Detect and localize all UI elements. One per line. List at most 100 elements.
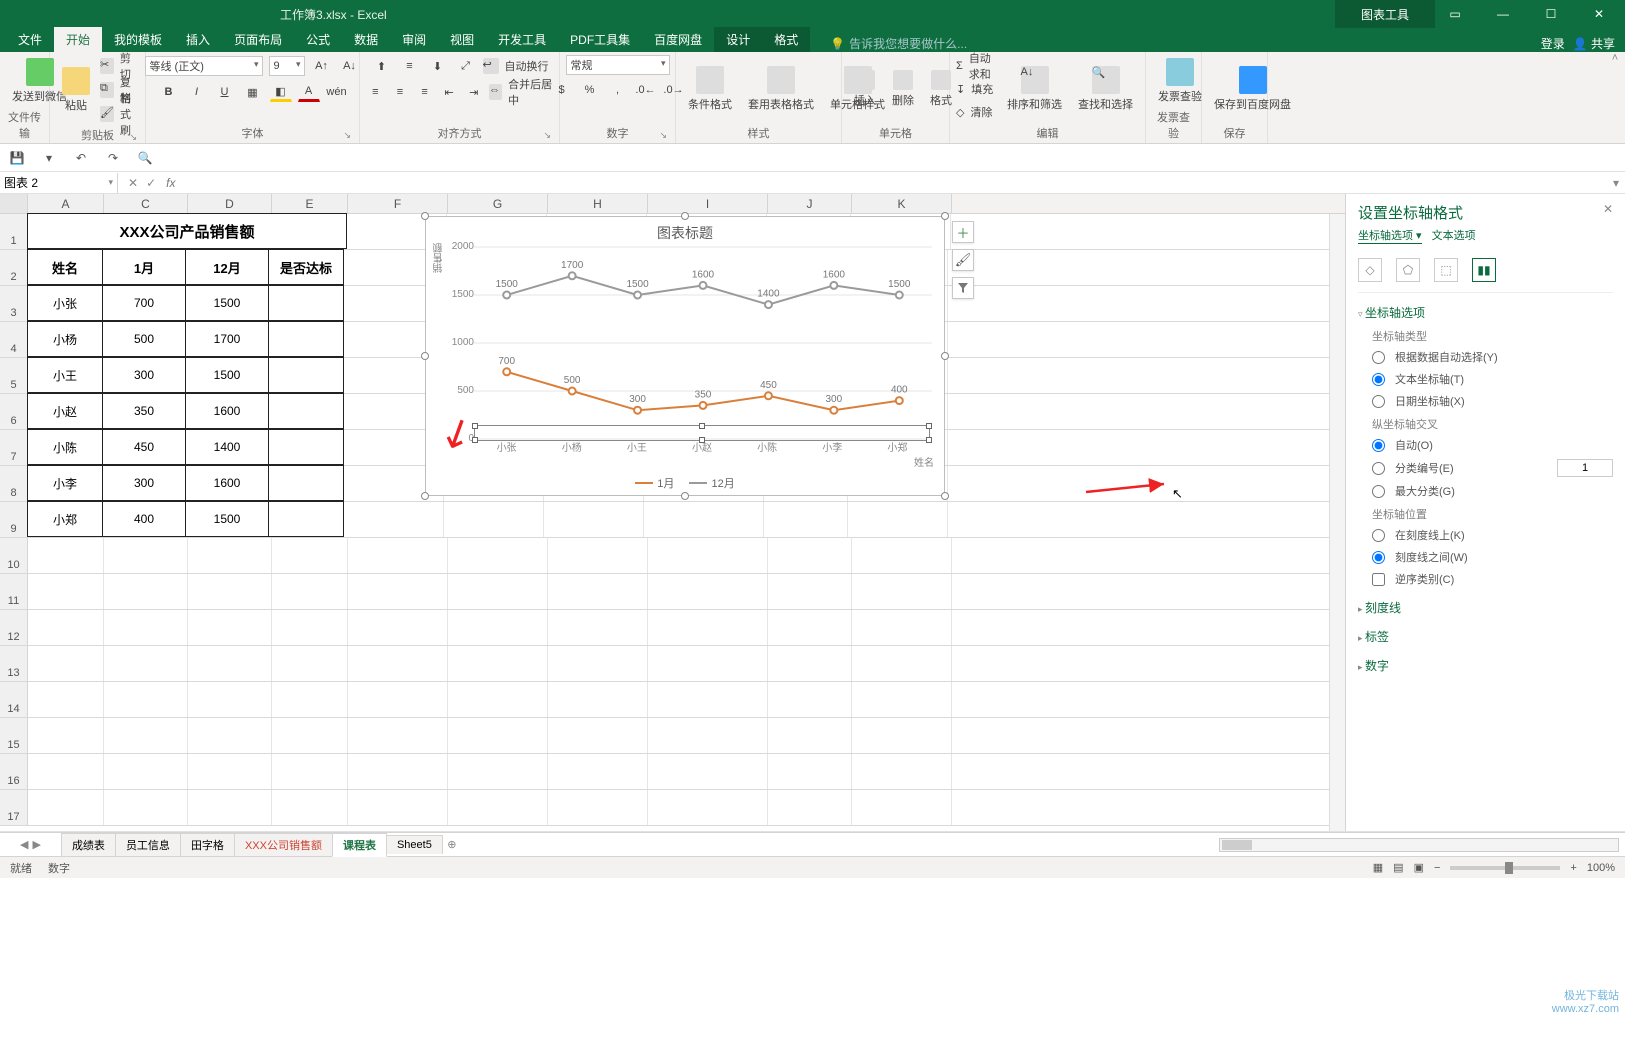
increase-font-icon[interactable]: A↑ xyxy=(311,56,333,76)
paste-button[interactable]: 粘贴 xyxy=(56,65,96,115)
tab-data[interactable]: 数据 xyxy=(342,27,390,52)
decrease-font-icon[interactable]: A↓ xyxy=(339,56,361,76)
tab-layout[interactable]: 页面布局 xyxy=(222,27,294,52)
row-header[interactable]: 11 xyxy=(0,574,28,609)
cell[interactable] xyxy=(648,646,768,681)
cell[interactable] xyxy=(268,357,344,393)
redo-icon[interactable]: ↷ xyxy=(104,149,122,167)
column-header[interactable]: C xyxy=(104,194,188,213)
cell[interactable] xyxy=(348,610,448,645)
cell[interactable] xyxy=(648,718,768,753)
collapse-ribbon-icon[interactable]: ˄ xyxy=(1605,52,1625,143)
cell[interactable]: XXX公司产品销售额 xyxy=(27,213,347,249)
resize-handle[interactable] xyxy=(421,492,429,500)
cell[interactable] xyxy=(648,682,768,717)
resize-handle[interactable] xyxy=(421,352,429,360)
row-header[interactable]: 14 xyxy=(0,682,28,717)
radio-between-tick[interactable]: 刻度线之间(W) xyxy=(1358,546,1613,568)
autosum-button[interactable]: Σ自动求和 xyxy=(956,55,997,77)
cell[interactable]: 1500 xyxy=(185,357,269,393)
effects-icon[interactable]: ⬠ xyxy=(1396,258,1420,282)
percent-icon[interactable]: % xyxy=(579,80,601,100)
embedded-chart[interactable]: 图表标题 销售额 2000150010005000 70050030035045… xyxy=(425,216,945,496)
close-button[interactable]: ✕ xyxy=(1579,0,1619,28)
column-header[interactable]: A xyxy=(28,194,104,213)
tab-review[interactable]: 审阅 xyxy=(390,27,438,52)
fx-icon[interactable]: fx xyxy=(166,176,181,190)
pane-close-icon[interactable]: ✕ xyxy=(1603,202,1613,216)
font-size-combo[interactable]: 9 xyxy=(269,56,305,76)
cell[interactable] xyxy=(644,502,764,537)
radio-date-axis[interactable]: 日期坐标轴(X) xyxy=(1358,390,1613,412)
orientation-icon[interactable]: ⤢ xyxy=(455,56,477,76)
cell[interactable]: 1500 xyxy=(185,285,269,321)
cell[interactable] xyxy=(548,610,648,645)
tab-dev[interactable]: 开发工具 xyxy=(486,27,558,52)
tab-pdf[interactable]: PDF工具集 xyxy=(558,27,642,52)
align-top-icon[interactable]: ⬆ xyxy=(371,56,393,76)
chart-legend[interactable]: 1月 12月 xyxy=(426,475,944,491)
tell-me-input[interactable]: 💡告诉我您想要做什么... xyxy=(830,35,967,52)
cell[interactable]: 12月 xyxy=(185,249,269,285)
minimize-button[interactable]: — xyxy=(1483,0,1523,28)
chart-styles-button[interactable]: 🖌 xyxy=(952,249,974,271)
underline-button[interactable]: U xyxy=(214,82,236,102)
cell[interactable] xyxy=(764,502,848,537)
cell[interactable] xyxy=(188,790,272,825)
section-axis-options[interactable]: 坐标轴选项 xyxy=(1358,301,1613,324)
cell[interactable] xyxy=(448,538,548,573)
cell[interactable] xyxy=(272,610,348,645)
cell[interactable] xyxy=(768,718,852,753)
radio-text-axis[interactable]: 文本坐标轴(T) xyxy=(1358,368,1613,390)
login-link[interactable]: 登录 xyxy=(1541,35,1565,52)
cell[interactable] xyxy=(188,682,272,717)
table-format-button[interactable]: 套用表格格式 xyxy=(742,64,820,114)
cell[interactable] xyxy=(448,754,548,789)
font-color-button[interactable]: A xyxy=(298,82,320,102)
resize-handle[interactable] xyxy=(941,352,949,360)
cell[interactable] xyxy=(344,502,444,537)
cell[interactable] xyxy=(28,718,104,753)
cell[interactable] xyxy=(448,646,548,681)
cell[interactable] xyxy=(28,790,104,825)
vertical-scrollbar[interactable] xyxy=(1329,214,1345,831)
indent-right-icon[interactable]: ⇥ xyxy=(464,82,483,102)
category-number-input[interactable] xyxy=(1557,459,1613,477)
share-button[interactable]: 👤 共享 xyxy=(1573,35,1615,52)
tab-home[interactable]: 开始 xyxy=(54,27,102,52)
cell[interactable] xyxy=(768,790,852,825)
view-normal-icon[interactable]: ▦ xyxy=(1373,861,1383,874)
align-center-icon[interactable]: ≡ xyxy=(391,82,410,102)
worksheet-grid[interactable]: ACDEFGHIJK 1XXX公司产品销售额2姓名1月12月是否达标3小张700… xyxy=(0,194,1345,831)
cell[interactable] xyxy=(104,646,188,681)
italic-button[interactable]: I xyxy=(186,82,208,102)
cell[interactable] xyxy=(348,646,448,681)
sheet-tab[interactable]: 员工信息 xyxy=(115,833,181,856)
cell[interactable]: 500 xyxy=(102,321,186,357)
phonetic-button[interactable]: wén xyxy=(326,82,348,102)
cell[interactable]: 1400 xyxy=(185,429,269,465)
cell[interactable] xyxy=(188,574,272,609)
tab-design[interactable]: 设计 xyxy=(714,27,762,52)
cell[interactable] xyxy=(268,429,344,465)
cancel-formula-icon[interactable]: ✕ xyxy=(128,176,138,190)
font-name-combo[interactable]: 等线 (正文) xyxy=(145,56,263,76)
delete-cells-button[interactable]: 删除 xyxy=(886,68,920,110)
sheet-tab[interactable]: 田字格 xyxy=(180,833,235,856)
cell[interactable] xyxy=(104,682,188,717)
align-bottom-icon[interactable]: ⬇ xyxy=(427,56,449,76)
cell[interactable] xyxy=(188,538,272,573)
cell[interactable]: 小郑 xyxy=(27,501,103,537)
row-header[interactable]: 13 xyxy=(0,646,28,681)
cell[interactable] xyxy=(768,610,852,645)
view-pagebreak-icon[interactable]: ▣ xyxy=(1414,861,1424,874)
radio-cross-auto[interactable]: 自动(O) xyxy=(1358,434,1613,456)
tab-format[interactable]: 格式 xyxy=(762,27,810,52)
cell[interactable] xyxy=(188,718,272,753)
chart-filter-button[interactable] xyxy=(952,277,974,299)
cell[interactable] xyxy=(548,790,648,825)
sheet-tab[interactable]: Sheet5 xyxy=(386,835,443,854)
cell[interactable]: 小李 xyxy=(27,465,103,501)
sheet-tab[interactable]: 成绩表 xyxy=(61,833,116,856)
column-header[interactable]: D xyxy=(188,194,272,213)
